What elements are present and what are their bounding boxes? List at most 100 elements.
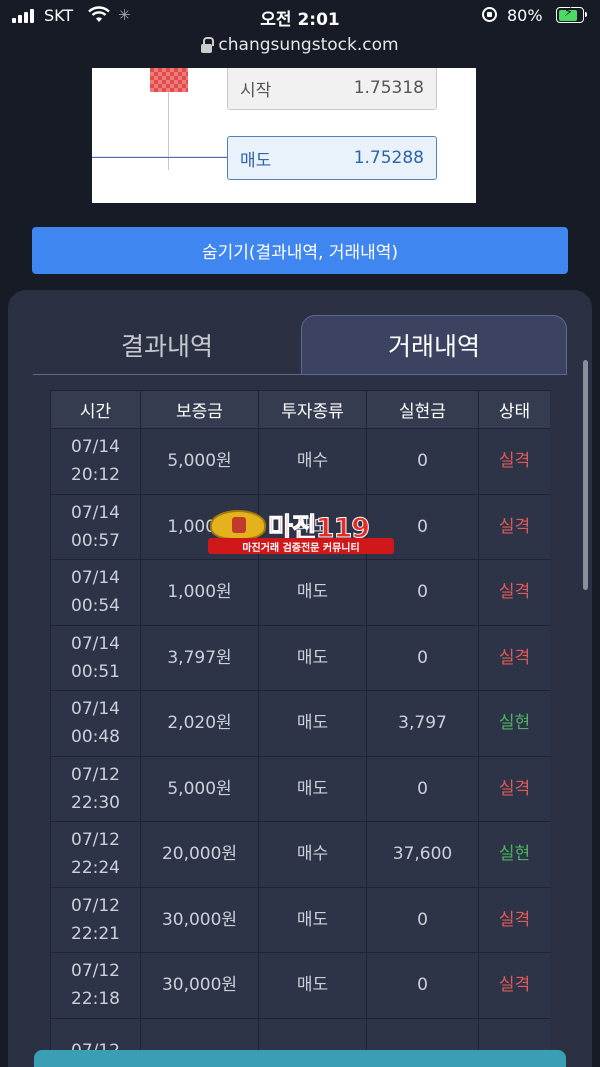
sell-price-label: 매도	[240, 150, 272, 171]
cell-status: 실격	[478, 952, 550, 1019]
table-row: 07/12 22:21 30,000원 매도 0 실격	[50, 886, 550, 953]
scrollbar[interactable]	[583, 360, 588, 590]
charging-bolt-icon: ⚡	[564, 5, 574, 20]
sell-price-box: 매도 1.75288	[227, 136, 437, 180]
url-text: changsungstock.com	[218, 35, 399, 55]
history-tabs: 결과내역 거래내역	[33, 315, 567, 375]
history-panel: 결과내역 거래내역 시간 보증금 투자종류 실현금 상태 07/14 20:12 5…	[8, 290, 592, 1067]
battery-percent: 80%	[507, 6, 543, 25]
rotation-lock-icon	[482, 7, 497, 22]
cell-deposit: 5,000원	[140, 755, 259, 822]
cell-time: 07/14 00:51	[50, 624, 141, 691]
cell-deposit: 20,000원	[140, 821, 259, 888]
table-row: 07/12 22:18 30,000원 매도 0 실격	[50, 952, 550, 1019]
cell-time: 07/12 22:30	[50, 755, 141, 822]
cell-clock: 22:24	[71, 858, 120, 879]
padlock-icon	[201, 36, 215, 53]
cell-realized: 0	[366, 952, 479, 1019]
cell-date: 07/12	[71, 830, 120, 851]
cell-date: 07/14	[71, 437, 120, 458]
table-header-row: 시간 보증금 투자종류 실현금 상태	[50, 390, 550, 429]
cell-status: 실격	[478, 428, 550, 495]
price-chart[interactable]: 시작 1.75318 매도 1.75288	[92, 68, 476, 203]
cell-clock: 00:51	[71, 661, 120, 682]
cell-type: 매도	[258, 952, 367, 1019]
tab-divider	[33, 374, 567, 375]
cell-time: 07/14 20:12	[50, 428, 141, 495]
cell-time: 07/14 00:57	[50, 493, 141, 560]
column-header-status: 상태	[478, 390, 550, 429]
cell-status: 실격	[478, 886, 550, 953]
sell-price-value: 1.75288	[353, 148, 424, 168]
table-row: 07/14 20:12 5,000원 매수 0 실격	[50, 428, 550, 495]
start-price-box: 시작 1.75318	[227, 68, 437, 110]
cell-realized: 0	[366, 428, 479, 495]
trade-history-table[interactable]: 시간 보증금 투자종류 실현금 상태 07/14 20:12 5,000원 매수 0 실격…	[50, 390, 550, 1067]
cell-clock: 00:48	[71, 727, 120, 748]
cell-date: 07/14	[71, 633, 120, 654]
cell-deposit: 2,020원	[140, 690, 259, 757]
table-row: 07/14 00:51 3,797원 매도 0 실격	[50, 624, 550, 691]
cell-realized: 0	[366, 624, 479, 691]
cell-date: 07/12	[71, 961, 120, 982]
watermark-logo: 마진119 마진거래 검증전문 커뮤니티	[208, 508, 396, 558]
cell-date: 07/12	[71, 764, 120, 785]
cell-time: 07/12 22:24	[50, 821, 141, 888]
eagle-emblem-icon	[210, 510, 266, 540]
table-row: 07/14 00:48 2,020원 매도 3,797 실현	[50, 690, 550, 757]
cell-clock: 22:21	[71, 923, 120, 944]
cell-clock: 22:18	[71, 989, 120, 1010]
cell-date: 07/14	[71, 502, 120, 523]
cell-deposit: 1,000원	[140, 559, 259, 626]
cell-status: 실격	[478, 559, 550, 626]
watermark-subtitle: 마진거래 검증전문 커뮤니티	[208, 538, 394, 554]
cell-time: 07/12 22:21	[50, 886, 141, 953]
table-row: 07/12 22:30 5,000원 매도 0 실격	[50, 755, 550, 822]
cell-type: 매도	[258, 624, 367, 691]
cell-time: 07/14 00:48	[50, 690, 141, 757]
start-price-label: 시작	[240, 80, 272, 101]
cell-realized: 0	[366, 755, 479, 822]
cell-clock: 00:54	[71, 596, 120, 617]
cell-type: 매도	[258, 559, 367, 626]
cell-type: 매도	[258, 755, 367, 822]
status-bar: SKT ✳ 오전 2:01 80% ⚡	[0, 0, 600, 34]
column-header-time: 시간	[50, 390, 141, 429]
cell-realized: 3,797	[366, 690, 479, 757]
cell-type: 매수	[258, 428, 367, 495]
cell-type: 매도	[258, 886, 367, 953]
cell-realized: 0	[366, 559, 479, 626]
cell-deposit: 3,797원	[140, 624, 259, 691]
cell-deposit: 30,000원	[140, 952, 259, 1019]
cell-status: 실격	[478, 624, 550, 691]
cell-realized: 0	[366, 886, 479, 953]
cell-status: 실현	[478, 821, 550, 888]
table-row: 07/12 22:24 20,000원 매수 37,600 실현	[50, 821, 550, 888]
column-header-realized: 실현금	[366, 390, 479, 429]
candlestick	[150, 68, 188, 92]
cell-type: 매도	[258, 690, 367, 757]
tab-results[interactable]: 결과내역	[33, 315, 301, 374]
cell-type: 매수	[258, 821, 367, 888]
cell-deposit: 30,000원	[140, 886, 259, 953]
cell-status: 실격	[478, 493, 550, 560]
cell-deposit: 5,000원	[140, 428, 259, 495]
sell-price-line	[92, 157, 232, 158]
address-bar[interactable]: changsungstock.com	[0, 32, 600, 58]
cell-date: 07/14	[71, 699, 120, 720]
start-price-value: 1.75318	[353, 78, 424, 98]
hide-history-button[interactable]: 숨기기(결과내역, 거래내역)	[32, 227, 568, 274]
cell-clock: 20:12	[71, 465, 120, 486]
cell-status: 실격	[478, 755, 550, 822]
cell-clock: 22:30	[71, 792, 120, 813]
cell-status: 실현	[478, 690, 550, 757]
tab-trades[interactable]: 거래내역	[301, 315, 567, 374]
cell-time: 07/14 00:54	[50, 559, 141, 626]
cell-realized: 37,600	[366, 821, 479, 888]
cell-date: 07/12	[71, 895, 120, 916]
column-header-deposit: 보증금	[140, 390, 259, 429]
column-header-type: 투자종류	[258, 390, 367, 429]
cell-clock: 00:57	[71, 530, 120, 551]
cell-date: 07/14	[71, 568, 120, 589]
bottom-action-button[interactable]	[34, 1050, 566, 1067]
